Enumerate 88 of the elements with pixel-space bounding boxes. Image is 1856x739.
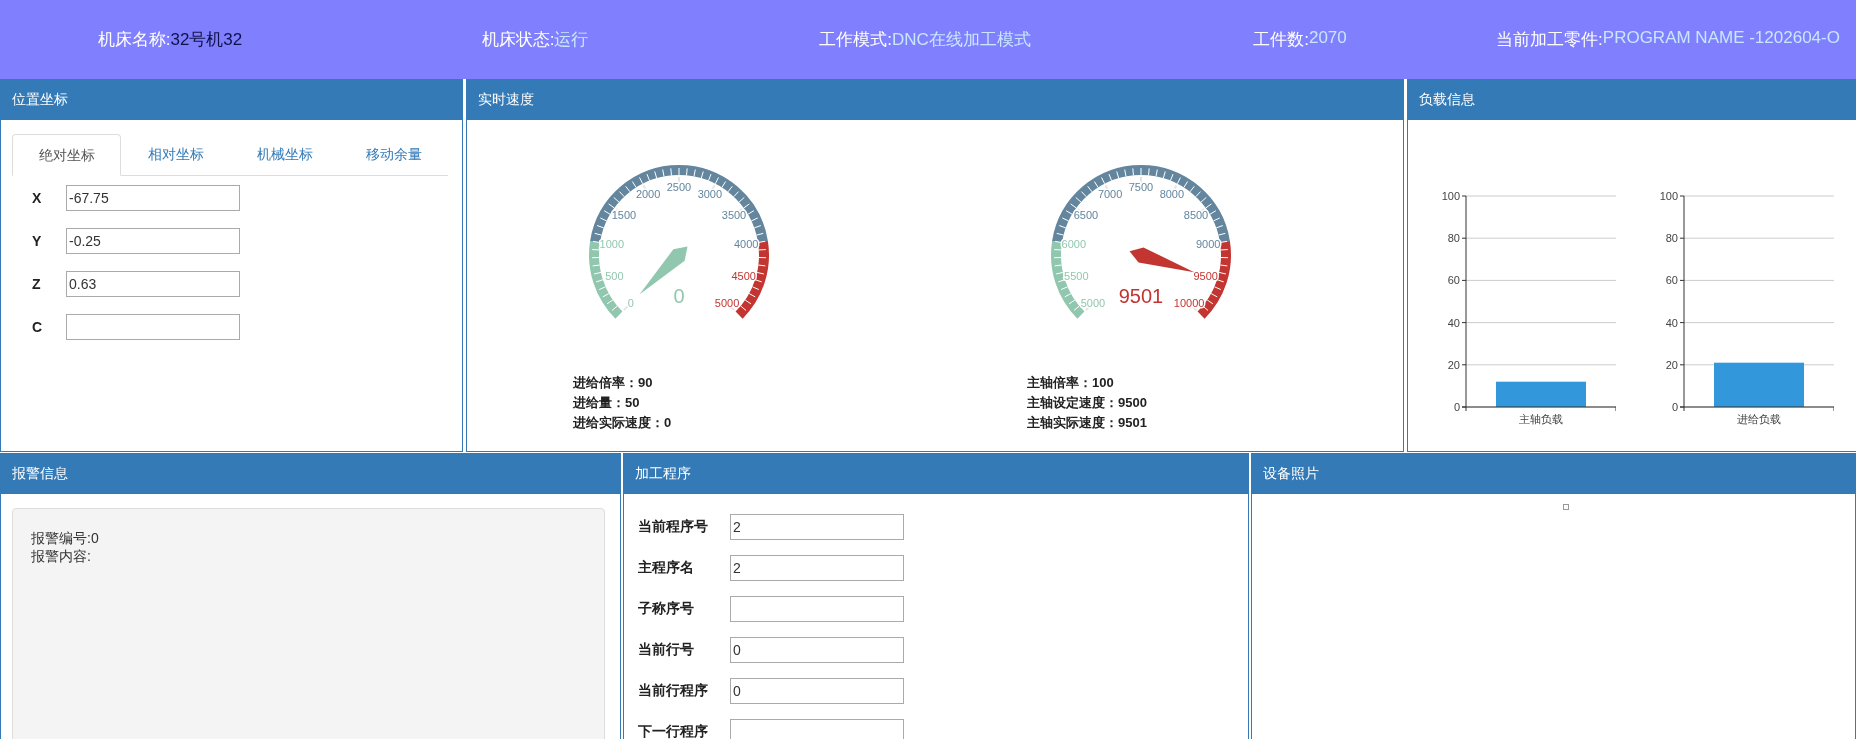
y-tick-label: 40 <box>1447 316 1460 329</box>
gauge-tick-label: 0 <box>627 297 634 310</box>
y-tick-label: 80 <box>1665 232 1678 245</box>
speed-stat: 进给量：50 <box>573 394 641 412</box>
gauge-tick-label: 10000 <box>1173 297 1205 310</box>
y-tick-label: 60 <box>1447 274 1460 287</box>
gauge-tick-label: 6500 <box>1073 209 1099 222</box>
y-tick-label: 40 <box>1665 316 1678 329</box>
alarm-text: 报警内容: <box>31 547 92 565</box>
gauge-tick-label: 1500 <box>611 209 637 222</box>
gauge-tick-label: 5000 <box>714 297 740 310</box>
header-label: 当前加工零件: <box>1496 29 1603 51</box>
y-tick-label: 100 <box>1659 190 1678 202</box>
field-label: 当前行号 <box>638 640 695 659</box>
header-value: PROGRAM NAME -1202604-O <box>1602 28 1840 49</box>
gauge-tick-label: 4500 <box>731 270 756 282</box>
field-label: 当前行程序 <box>638 681 709 700</box>
axis-label: Z <box>31 275 42 292</box>
program-field[interactable]: 2 <box>730 554 904 581</box>
program-field[interactable] <box>730 595 904 622</box>
coordinate-tab[interactable]: 相对坐标 <box>121 134 230 175</box>
coordinate-tab[interactable]: 绝对坐标 <box>12 134 121 176</box>
y-tick-label: 20 <box>1665 358 1678 371</box>
speed-stat: 进给倍率：90 <box>573 374 654 392</box>
speed-stat: 主轴倍率：100 <box>1027 374 1115 392</box>
axis-label: C <box>31 318 44 335</box>
gauge-tick-label: 3500 <box>721 209 747 222</box>
gauge-reading: 9501 <box>1118 285 1164 307</box>
panel-title: 报警信息 <box>1 453 620 494</box>
program-field[interactable]: 0 <box>730 677 904 704</box>
y-tick-label: 0 <box>1671 401 1678 413</box>
x-category-label: 主轴负载 <box>1519 413 1563 425</box>
speed-stat: 主轴设定速度：9500 <box>1027 394 1148 412</box>
gauge-tick-label: 3000 <box>697 188 723 201</box>
gauge-reading: 0 <box>673 285 685 307</box>
broken-image-icon <box>1563 504 1569 510</box>
gauge-tick-label: 2500 <box>666 181 692 193</box>
y-tick-label: 100 <box>1441 190 1460 202</box>
gauge-tick-label: 5000 <box>1080 297 1106 310</box>
panel-title: 负载信息 <box>1408 79 1856 120</box>
coordinate-field[interactable]: 0.63 <box>66 270 240 297</box>
program-field[interactable]: 0 <box>730 636 904 663</box>
field-label: 主程序名 <box>638 558 695 577</box>
coordinate-tab[interactable]: 移动余量 <box>339 134 448 175</box>
coordinate-tab[interactable]: 机械坐标 <box>230 134 339 175</box>
y-tick-label: 20 <box>1447 358 1460 371</box>
speed-stat: 进给实际速度：0 <box>573 414 673 432</box>
gauge-tick-label: 6000 <box>1061 238 1087 251</box>
gauge-tick-label: 9500 <box>1193 270 1218 282</box>
y-tick-label: 60 <box>1665 274 1678 287</box>
gauge-tick-label: 7500 <box>1128 181 1154 193</box>
gauge-tick-label: 7000 <box>1097 188 1123 201</box>
field-label: 当前程序号 <box>638 517 709 536</box>
x-category-label: 进给负载 <box>1737 413 1781 425</box>
gauge-tick-label: 9000 <box>1195 238 1221 251</box>
header-value: 2070 <box>1308 28 1347 49</box>
panel-title: 位置坐标 <box>1 79 462 120</box>
field-label: 子称序号 <box>638 599 695 618</box>
header-label: 工件数: <box>1253 29 1309 51</box>
coordinate-field[interactable]: -0.25 <box>66 227 240 254</box>
gauge-tick-label: 1000 <box>599 238 625 251</box>
gauge-tick-label: 4000 <box>733 238 759 251</box>
gauge-tick-label: 2000 <box>635 188 661 201</box>
header-value: 运行 <box>554 29 589 51</box>
y-tick-label: 0 <box>1453 401 1460 413</box>
alarm-text: 报警编号:0 <box>31 529 100 547</box>
program-field[interactable]: 2 <box>730 513 904 540</box>
panel-title: 设备照片 <box>1252 453 1855 494</box>
gauge-tick-label: 8000 <box>1159 188 1185 201</box>
axis-label: Y <box>31 232 43 249</box>
coordinate-field[interactable]: -67.75 <box>66 184 240 211</box>
axis-label: X <box>31 189 43 206</box>
gauge-tick-label: 5500 <box>1064 270 1089 282</box>
coordinate-field[interactable] <box>66 313 240 340</box>
header-value: 32号机32 <box>170 29 243 51</box>
gauge-tick-label: 8500 <box>1183 209 1209 222</box>
header-label: 机床状态: <box>481 29 555 51</box>
header-value: DNC在线加工模式 <box>891 29 1031 51</box>
header-label: 工作模式: <box>819 29 892 51</box>
gauge-needle <box>1129 247 1195 273</box>
field-label: 下一行程序 <box>638 722 709 739</box>
panel-title: 实时速度 <box>467 79 1403 120</box>
header-label: 机床名称: <box>97 29 171 51</box>
program-field[interactable] <box>730 718 904 739</box>
speed-stat: 主轴实际速度：9501 <box>1027 414 1148 432</box>
panel-title: 加工程序 <box>624 453 1248 494</box>
y-tick-label: 80 <box>1447 232 1460 245</box>
gauge-tick-label: 500 <box>605 270 624 282</box>
